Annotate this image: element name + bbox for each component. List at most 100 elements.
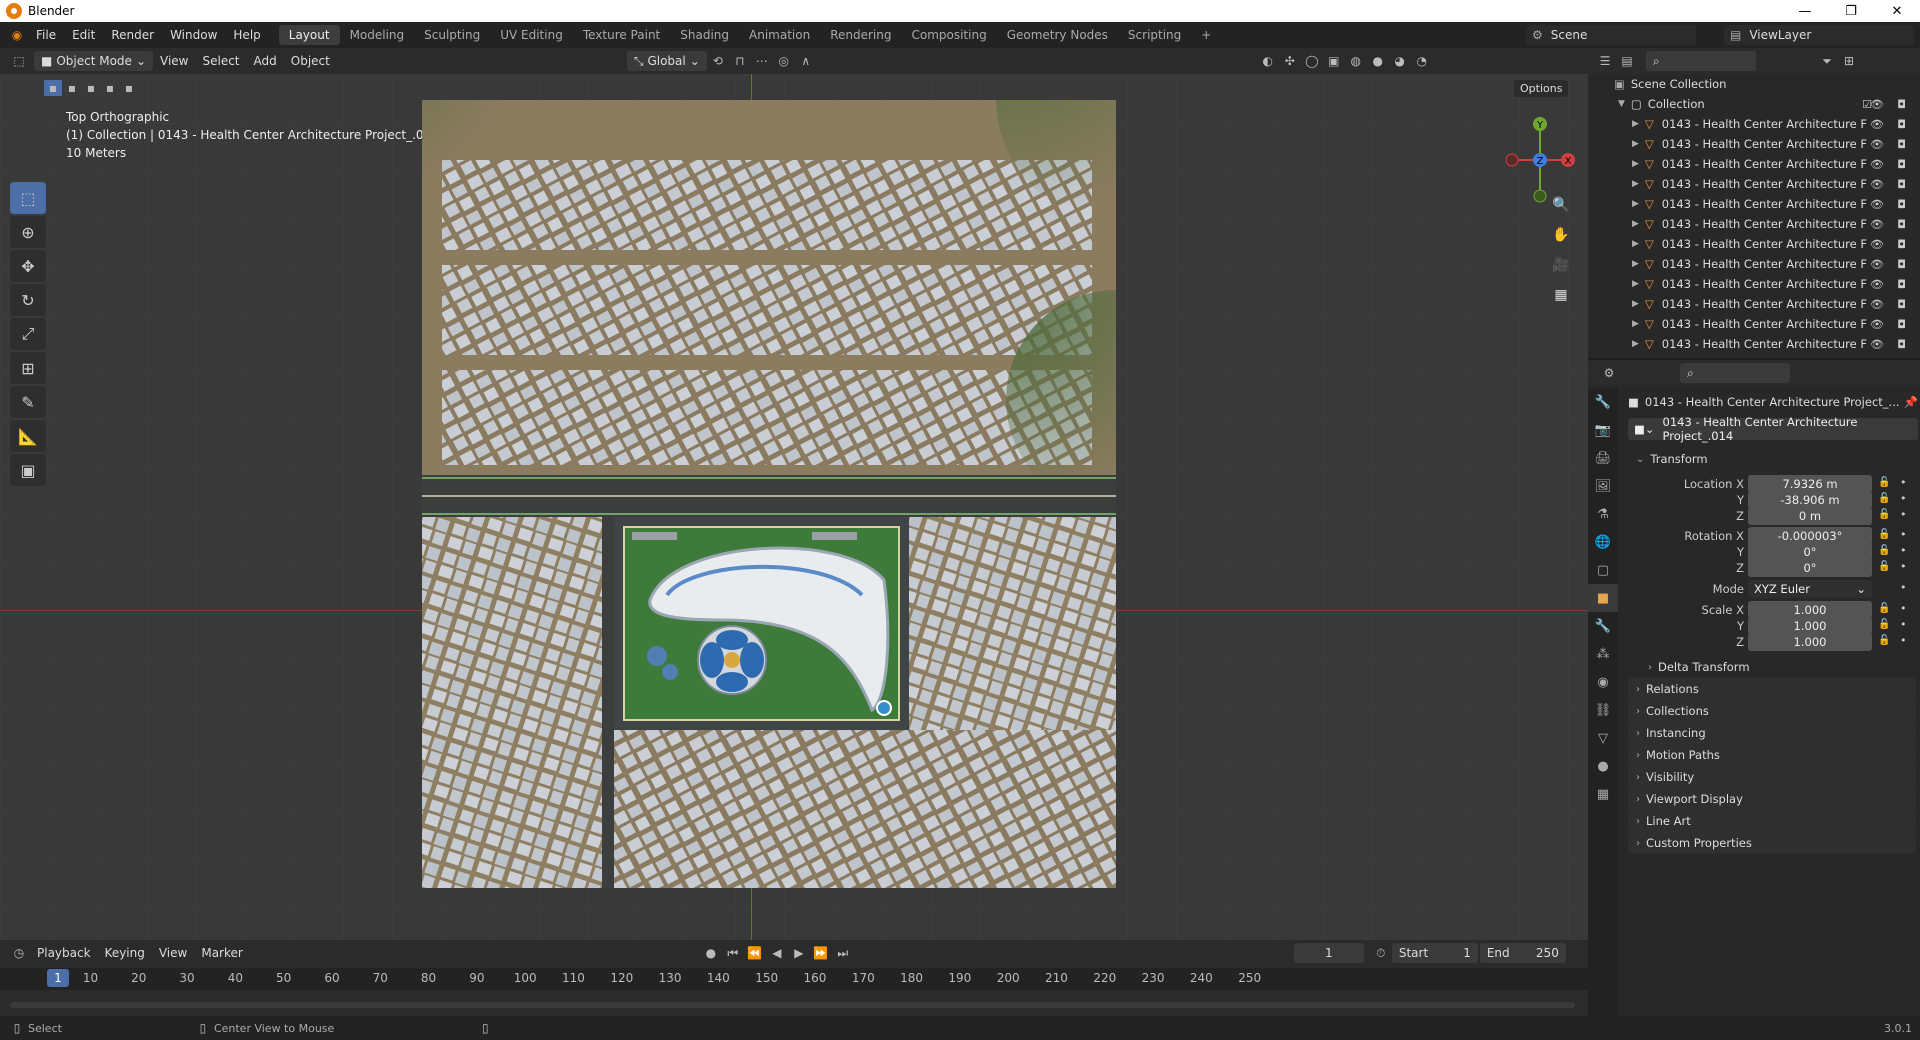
menu-select[interactable]: Select xyxy=(195,54,246,68)
play-icon[interactable]: ▶ xyxy=(788,943,810,963)
record-icon[interactable]: ● xyxy=(700,943,722,963)
tab-geometry-nodes[interactable]: Geometry Nodes xyxy=(997,25,1118,45)
keyframe-dot-icon[interactable]: • xyxy=(1900,560,1907,573)
keyframe-dot-icon[interactable]: • xyxy=(1900,476,1907,489)
camera-icon[interactable]: ◘ xyxy=(1897,138,1906,151)
playhead-frame[interactable]: 1 xyxy=(47,969,69,987)
maximize-button[interactable]: ❐ xyxy=(1828,0,1874,22)
eye-icon[interactable]: 👁 xyxy=(1870,138,1884,151)
scale-z-field[interactable]: 1.000 xyxy=(1748,633,1872,651)
output-tab-icon[interactable]: 🖨 xyxy=(1588,444,1618,472)
menu-object[interactable]: Object xyxy=(284,54,337,68)
menu-timeline-view[interactable]: View xyxy=(152,946,194,960)
select-invert-icon[interactable]: ▪ xyxy=(101,80,119,96)
constraints-tab-icon[interactable]: ⛓ xyxy=(1588,696,1618,724)
material-shading-icon[interactable]: ◕ xyxy=(1389,51,1411,71)
select-new-icon[interactable]: ▪ xyxy=(44,80,62,96)
physics-tab-icon[interactable]: ◉ xyxy=(1588,668,1618,696)
wireframe-shading-icon[interactable]: ◍ xyxy=(1345,51,1367,71)
outliner-object-row[interactable]: ▶ ▽ 0143 - Health Center Architecture F 👁 ◘ xyxy=(1588,334,1920,354)
delta-transform-subpanel[interactable]: › Delta Transform xyxy=(1640,656,1916,678)
frame-ruler[interactable]: 1102030405060708090100110120130140150160… xyxy=(0,968,1588,990)
move-tool-icon[interactable]: ✥ xyxy=(10,250,46,282)
outliner-object-row[interactable]: ▶ ▽ 0143 - Health Center Architecture F 👁 ◘ xyxy=(1588,294,1920,314)
lock-icon[interactable]: 🔓 xyxy=(1878,603,1890,614)
tab-compositing[interactable]: Compositing xyxy=(901,25,996,45)
options-dropdown[interactable]: Options xyxy=(1514,80,1569,97)
outliner-object-row[interactable]: ▶ ▽ 0143 - Health Center Architecture F 👁 ◘ xyxy=(1588,174,1920,194)
eye-icon[interactable]: 👁 xyxy=(1870,198,1884,211)
chevron-right-icon[interactable]: ▶ xyxy=(1632,159,1639,169)
keyframe-dot-icon[interactable]: • xyxy=(1900,634,1907,647)
perspective-grid-icon[interactable]: ▦ xyxy=(1548,282,1574,308)
pan-hand-icon[interactable]: ✋ xyxy=(1548,222,1574,248)
tool-tab-icon[interactable]: 🔧 xyxy=(1588,388,1618,416)
menu-render[interactable]: Render xyxy=(103,28,162,42)
pin-icon[interactable]: 📌 xyxy=(1904,395,1918,409)
rotation-z-field[interactable]: 0° xyxy=(1748,559,1872,577)
visibility-icon[interactable]: ◐ xyxy=(1257,51,1279,71)
outliner-object-row[interactable]: ▶ ▽ 0143 - Health Center Architecture F 👁 ◘ xyxy=(1588,194,1920,214)
keyframe-dot-icon[interactable]: • xyxy=(1900,492,1907,505)
3d-viewport[interactable]: ▪ ▪ ▪ ▪ ▪ Top Orthographic (1) Collectio… xyxy=(0,74,1588,940)
display-mode-icon[interactable]: ▤ xyxy=(1616,51,1638,71)
measure-tool-icon[interactable]: 📐 xyxy=(10,420,46,452)
outliner-scene-collection[interactable]: ▣ Scene Collection xyxy=(1588,74,1920,94)
eye-icon[interactable]: 👁 xyxy=(1870,178,1884,191)
rotation-mode-dropdown[interactable]: XYZ Euler ⌄ xyxy=(1748,580,1872,598)
menu-add[interactable]: Add xyxy=(247,54,284,68)
rendered-shading-icon[interactable]: ◔ xyxy=(1411,51,1433,71)
outliner-object-row[interactable]: ▶ ▽ 0143 - Health Center Architecture F 👁 ◘ xyxy=(1588,314,1920,334)
lock-icon[interactable]: 🔓 xyxy=(1878,509,1890,520)
tab-animation[interactable]: Animation xyxy=(739,25,820,45)
chevron-down-icon[interactable]: ▼ xyxy=(1618,99,1625,109)
menu-view[interactable]: View xyxy=(153,54,195,68)
object-tab-icon[interactable]: ■ xyxy=(1588,584,1618,612)
camera-icon[interactable]: ◘ xyxy=(1897,98,1906,111)
outliner-object-row[interactable]: ▶ ▽ 0143 - Health Center Architecture F 👁 ◘ xyxy=(1588,134,1920,154)
property-panel-viewport-display[interactable]: › Viewport Display xyxy=(1628,788,1916,810)
chevron-right-icon[interactable]: ▶ xyxy=(1632,119,1639,129)
camera-icon[interactable]: ◘ xyxy=(1897,118,1906,131)
annotate-tool-icon[interactable]: ✎ xyxy=(10,386,46,418)
keyframe-dot-icon[interactable]: • xyxy=(1900,602,1907,615)
chevron-right-icon[interactable]: ▶ xyxy=(1632,339,1639,349)
menu-playback[interactable]: Playback xyxy=(30,946,98,960)
pivot-point-icon[interactable]: ⟲ xyxy=(707,51,729,71)
camera-icon[interactable]: ◘ xyxy=(1897,258,1906,271)
close-button[interactable]: ✕ xyxy=(1874,0,1920,22)
tab-shading[interactable]: Shading xyxy=(670,25,739,45)
transform-orientation-dropdown[interactable]: ⤡ Global ⌄ xyxy=(626,51,707,71)
new-collection-icon[interactable]: ⊞ xyxy=(1838,51,1860,71)
property-panel-visibility[interactable]: › Visibility xyxy=(1628,766,1916,788)
xray-icon[interactable]: ▣ xyxy=(1323,51,1345,71)
lock-icon[interactable]: 🔓 xyxy=(1878,635,1890,646)
rotate-tool-icon[interactable]: ↻ xyxy=(10,284,46,316)
chevron-right-icon[interactable]: ▶ xyxy=(1632,259,1639,269)
property-panel-custom-properties[interactable]: › Custom Properties xyxy=(1628,832,1916,854)
next-keyframe-icon[interactable]: ⏩ xyxy=(810,943,832,963)
start-frame-field[interactable]: Start 1 xyxy=(1391,943,1478,963)
play-reverse-icon[interactable]: ◀ xyxy=(766,943,788,963)
lock-icon[interactable]: 🔓 xyxy=(1878,561,1890,572)
minimize-button[interactable]: — xyxy=(1782,0,1828,22)
outliner-object-row[interactable]: ▶ ▽ 0143 - Health Center Architecture F 👁 ◘ xyxy=(1588,274,1920,294)
chevron-right-icon[interactable]: ▶ xyxy=(1632,319,1639,329)
select-extend-icon[interactable]: ▪ xyxy=(63,80,81,96)
eye-icon[interactable]: 👁 xyxy=(1870,218,1884,231)
timeline-scrollbar[interactable] xyxy=(10,1002,1575,1008)
tab-sculpting[interactable]: Sculpting xyxy=(414,25,490,45)
outliner-editor-icon[interactable]: ☰ xyxy=(1594,51,1616,71)
keyframe-dot-icon[interactable]: • xyxy=(1900,581,1907,594)
tab-uv-editing[interactable]: UV Editing xyxy=(490,25,573,45)
camera-view-icon[interactable]: 🎥 xyxy=(1548,252,1574,278)
overlay-toggle-icon[interactable]: ◯ xyxy=(1301,51,1323,71)
chevron-right-icon[interactable]: ▶ xyxy=(1632,179,1639,189)
chevron-right-icon[interactable]: ▶ xyxy=(1632,299,1639,309)
camera-icon[interactable]: ◘ xyxy=(1897,198,1906,211)
gizmo-toggle-icon[interactable]: ✣ xyxy=(1279,51,1301,71)
jump-start-icon[interactable]: ⏮ xyxy=(722,943,744,963)
camera-icon[interactable]: ◘ xyxy=(1897,158,1906,171)
zoom-icon[interactable]: 🔍 xyxy=(1548,192,1574,218)
menu-file[interactable]: File xyxy=(28,28,64,42)
